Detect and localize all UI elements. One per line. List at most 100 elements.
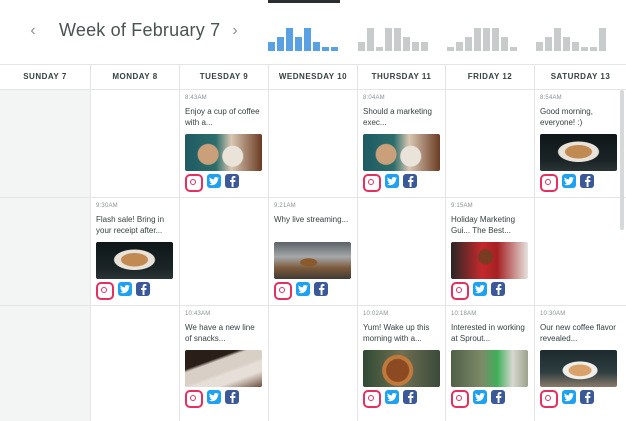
twitter-icon bbox=[207, 174, 221, 188]
mug-photo bbox=[185, 134, 262, 171]
scrollbar[interactable] bbox=[620, 90, 624, 230]
day-column-sunday[interactable] bbox=[0, 90, 90, 421]
activity-sparkline[interactable] bbox=[447, 0, 519, 64]
instagram-icon bbox=[274, 282, 292, 300]
network-icons bbox=[540, 174, 617, 192]
scheduled-post-card[interactable]: 10:18AM Interested in working at Sprout..… bbox=[445, 306, 534, 413]
network-icons bbox=[96, 282, 173, 300]
activity-sparkline[interactable] bbox=[268, 0, 340, 64]
sparkline-bar bbox=[456, 42, 463, 51]
twitter-icon bbox=[562, 390, 576, 404]
day-header-thursday: THURSDAY 11 bbox=[357, 65, 445, 89]
latte-photo bbox=[540, 134, 617, 171]
week-title: Week of February 7 bbox=[59, 20, 221, 40]
facebook-icon bbox=[491, 282, 505, 296]
sparkline-bar bbox=[376, 47, 383, 51]
post-time: 9:21AM bbox=[274, 203, 296, 209]
twitter-icon bbox=[385, 390, 399, 404]
facebook-icon bbox=[136, 282, 150, 296]
sparkline-bar bbox=[286, 28, 293, 51]
day-header-saturday: SATURDAY 13 bbox=[534, 65, 626, 89]
sparkline-bar bbox=[474, 28, 481, 51]
sparkline-bar bbox=[536, 42, 543, 51]
sparkline-bar bbox=[313, 42, 320, 51]
scheduled-post-card[interactable]: 9:15AM Holiday Marketing Gui... The Best.… bbox=[445, 198, 534, 305]
coffee-pour-photo bbox=[540, 350, 617, 387]
facebook-icon bbox=[580, 390, 594, 404]
sparkline-bar bbox=[563, 37, 570, 51]
instagram-icon bbox=[540, 390, 558, 408]
selected-indicator bbox=[268, 0, 340, 3]
instagram-icon bbox=[185, 174, 203, 192]
post-text: Holiday Marketing Gui... The Best... bbox=[451, 215, 516, 235]
sparkline-bar bbox=[394, 28, 401, 51]
post-time: 8:54AM bbox=[540, 95, 562, 101]
sparkline-bar bbox=[510, 47, 517, 51]
chevron-left-icon[interactable]: ‹ bbox=[24, 21, 42, 41]
sparkline-bar bbox=[367, 28, 374, 51]
activity-sparkline[interactable] bbox=[358, 0, 430, 64]
post-time: 9:15AM bbox=[451, 203, 473, 209]
instagram-icon bbox=[185, 390, 203, 408]
red-sweater-photo bbox=[451, 242, 528, 279]
sparkline-bar bbox=[268, 42, 275, 51]
sparkline-bar bbox=[483, 28, 490, 51]
sparkline-bar bbox=[421, 42, 428, 51]
post-text: Enjoy a cup of coffee with a... bbox=[185, 107, 260, 127]
twitter-icon bbox=[296, 282, 310, 296]
day-header-row: SUNDAY 7 MONDAY 8 TUESDAY 9 WEDNESDAY 10… bbox=[0, 65, 626, 90]
scheduled-post-card[interactable]: 10:43AM We have a new line of snacks... bbox=[179, 306, 268, 413]
post-text: Flash sale! Bring in your receipt after.… bbox=[96, 215, 165, 235]
mug-photo bbox=[363, 134, 440, 171]
activity-sparkline[interactable] bbox=[536, 0, 608, 64]
post-time: 10:02AM bbox=[363, 311, 389, 317]
network-icons bbox=[540, 390, 617, 408]
calendar-header: ‹ Week of February 7 › bbox=[0, 0, 626, 65]
day-header-monday: MONDAY 8 bbox=[90, 65, 179, 89]
post-time: 8:04AM bbox=[363, 95, 385, 101]
sparkline-bar bbox=[545, 37, 552, 51]
day-header-tuesday: TUESDAY 9 bbox=[179, 65, 268, 89]
instagram-icon bbox=[96, 282, 114, 300]
facebook-icon bbox=[225, 174, 239, 188]
scheduled-post-card[interactable]: 9:30AM Flash sale! Bring in your receipt … bbox=[90, 198, 179, 305]
sparkline-bar bbox=[599, 28, 606, 51]
network-icons bbox=[451, 282, 528, 300]
instagram-icon bbox=[451, 282, 469, 300]
chevron-right-icon[interactable]: › bbox=[226, 21, 244, 41]
post-text: Why live streaming... bbox=[274, 215, 349, 224]
sparkline-bar bbox=[501, 37, 508, 51]
sparkline-bar bbox=[581, 47, 588, 51]
sparkline-bar bbox=[447, 47, 454, 51]
post-time: 9:30AM bbox=[96, 203, 118, 209]
day-header-friday: FRIDAY 12 bbox=[445, 65, 534, 89]
scheduled-post-card[interactable]: 8:54AM Good morning, everyone! :) bbox=[534, 90, 623, 197]
scheduled-post-card[interactable]: 8:43AM Enjoy a cup of coffee with a... bbox=[179, 90, 268, 197]
scheduled-post-card[interactable]: 10:30AM Our new coffee flavor revealed... bbox=[534, 306, 623, 413]
snack-photo bbox=[185, 350, 262, 387]
facebook-icon bbox=[225, 390, 239, 404]
post-text: Interested in working at Sprout... bbox=[451, 323, 525, 343]
twitter-icon bbox=[385, 174, 399, 188]
facebook-icon bbox=[580, 174, 594, 188]
facebook-icon bbox=[314, 282, 328, 296]
scheduled-post-card[interactable]: 8:04AM Should a marketing exec... bbox=[357, 90, 446, 197]
calendar-grid: 8:43AM Enjoy a cup of coffee with a... 8:0… bbox=[0, 90, 626, 421]
post-text: We have a new line of snacks... bbox=[185, 323, 255, 343]
sparkline-bar bbox=[385, 28, 392, 51]
facebook-icon bbox=[491, 390, 505, 404]
sparkline-bar bbox=[277, 37, 284, 51]
twitter-icon bbox=[473, 390, 487, 404]
scheduled-post-card[interactable]: 9:21AM Why live streaming... bbox=[268, 198, 357, 305]
post-text: Yum! Wake up this morning with a... bbox=[363, 323, 430, 343]
network-icons bbox=[274, 282, 351, 300]
facebook-icon bbox=[403, 174, 417, 188]
sparkline-bar bbox=[295, 37, 302, 51]
sparkline-bar bbox=[572, 42, 579, 51]
pastry-photo bbox=[363, 350, 440, 387]
sparkline-bar bbox=[554, 28, 561, 51]
sparkline-bar bbox=[358, 42, 365, 51]
scheduled-post-card[interactable]: 10:02AM Yum! Wake up this morning with a.… bbox=[357, 306, 446, 413]
network-icons bbox=[363, 174, 440, 192]
twitter-icon bbox=[562, 174, 576, 188]
